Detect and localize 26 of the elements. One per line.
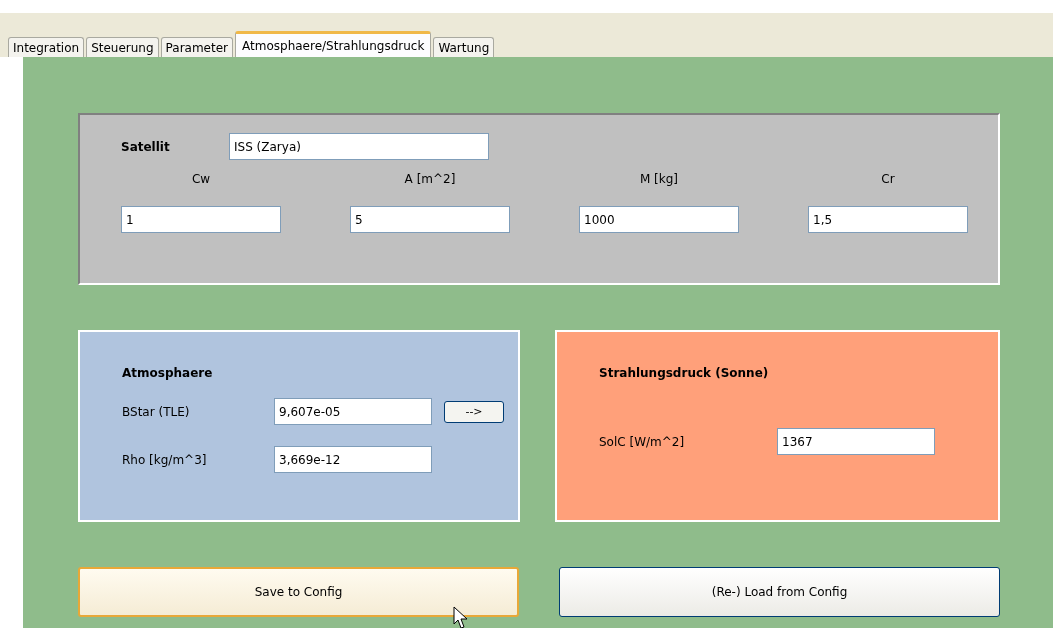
save-button[interactable]: Save to Config — [78, 567, 519, 617]
field-label: BStar (TLE) — [122, 404, 191, 419]
satellite-label: Satellit — [121, 139, 171, 154]
satellite-field[interactable]: ISS (Zarya) — [229, 133, 489, 160]
parameter-field[interactable]: 1 — [121, 206, 281, 233]
field-label: SolC [W/m^2] — [599, 434, 686, 449]
panel-title: Strahlungsdruck (Sonne) — [599, 366, 770, 380]
field-label: Rho [kg/m^3] — [122, 452, 208, 467]
tab[interactable]: Wartung — [433, 37, 495, 57]
tab[interactable]: Atmosphaere/Strahlungsdruck — [235, 31, 432, 57]
parameter-label: Cw — [191, 172, 211, 186]
load-button[interactable]: (Re-) Load from Config — [559, 567, 1000, 617]
tab[interactable]: Integration — [8, 37, 85, 57]
value-field[interactable]: 1367 — [777, 428, 935, 455]
parameter-field[interactable]: 1,5 — [808, 206, 968, 233]
panel-title: Atmosphaere — [122, 366, 214, 380]
parameter-field[interactable]: 5 — [350, 206, 510, 233]
apply-button[interactable]: --> — [444, 400, 504, 423]
parameter-field[interactable]: 1000 — [579, 206, 739, 233]
tab[interactable]: Steuerung — [86, 37, 159, 57]
value-field[interactable]: 9,607e-05 — [274, 398, 432, 425]
parameter-label: M [kg] — [639, 172, 679, 186]
parameter-label: Cr — [881, 172, 895, 186]
parameter-label: A [m^2] — [404, 172, 456, 186]
value-field[interactable]: 3,669e-12 — [274, 446, 432, 473]
tab[interactable]: Parameter — [160, 37, 234, 57]
